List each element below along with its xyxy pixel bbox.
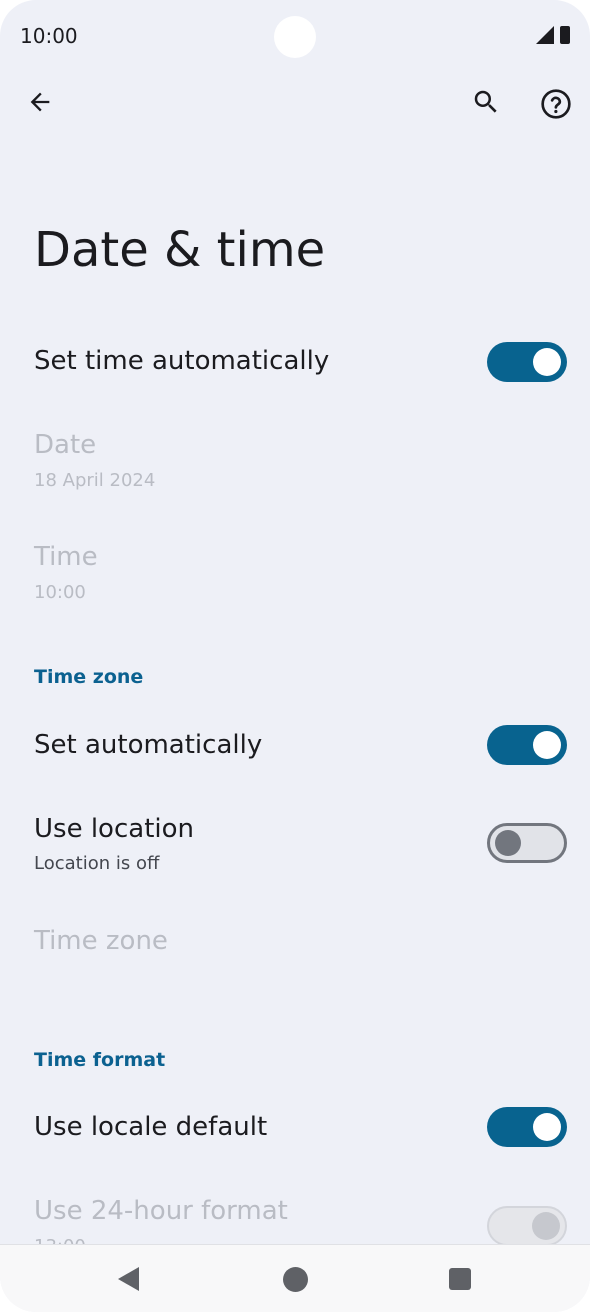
time-zone-section-header: Time zone [34,666,144,688]
date-label: Date [34,430,97,460]
use-locale-default-label: Use locale default [34,1112,268,1142]
back-button[interactable] [16,78,64,126]
nav-recents-button[interactable] [436,1255,484,1303]
use-locale-default-row[interactable]: Use locale default [0,1082,590,1174]
set-time-automatically-switch[interactable] [487,342,567,382]
nav-back-triangle-icon [117,1267,139,1291]
time-format-section-header: Time format [34,1049,166,1071]
use-location-row[interactable]: Use location Location is off [0,800,590,896]
phone-screen: 10:00 Date & time Set time automatically [0,0,590,1312]
nav-home-button[interactable] [271,1255,319,1303]
help-button[interactable] [532,80,580,128]
time-label: Time [34,542,98,572]
time-zone-label: Time zone [34,926,168,956]
use-locale-default-switch[interactable] [487,1107,567,1147]
use-location-summary: Location is off [34,853,160,874]
nav-back-button[interactable] [104,1255,152,1303]
time-zone-row: Time zone [0,906,590,986]
signal-icon [536,26,554,44]
use-24-hour-label: Use 24-hour format [34,1196,288,1226]
use-location-switch[interactable] [487,823,567,863]
set-automatically-row[interactable]: Set automatically [0,700,590,792]
switch-thumb [533,348,561,376]
date-row: Date 18 April 2024 [0,420,590,516]
navigation-bar [0,1244,590,1312]
set-automatically-switch[interactable] [487,725,567,765]
use-24-hour-switch [487,1206,567,1246]
page-title: Date & time [34,222,326,278]
set-time-automatically-label: Set time automatically [34,346,330,376]
battery-icon [560,26,570,44]
nav-recents-square-icon [449,1268,471,1290]
switch-thumb [495,830,521,856]
status-time: 10:00 [20,24,78,48]
camera-cutout [274,16,316,58]
status-icons [536,26,570,44]
search-button[interactable] [462,78,510,126]
date-value: 18 April 2024 [34,470,156,491]
search-icon [474,90,497,113]
time-row: Time 10:00 [0,532,590,628]
switch-thumb [532,1212,560,1240]
set-time-automatically-row[interactable]: Set time automatically [0,316,590,412]
switch-thumb [533,731,561,759]
status-bar: 10:00 [0,0,590,72]
arrow-back-icon [30,92,50,112]
nav-home-circle-icon [282,1266,308,1292]
set-automatically-label: Set automatically [34,730,263,760]
time-value: 10:00 [34,582,86,603]
help-circle-icon [541,89,571,119]
switch-thumb [533,1113,561,1141]
use-location-label: Use location [34,814,194,844]
